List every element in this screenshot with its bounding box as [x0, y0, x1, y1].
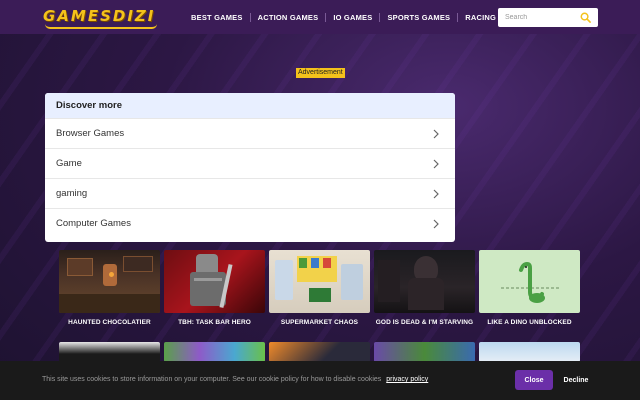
logo-swoosh	[45, 24, 157, 29]
chevron-right-icon	[433, 219, 439, 228]
game-card-tbh-task-bar-hero[interactable]: TBH: TASK BAR HERO	[164, 250, 265, 326]
discover-more-panel: Discover more Browser Games Game gaming …	[45, 93, 455, 242]
game-thumbnail[interactable]	[59, 342, 160, 362]
game-card[interactable]	[164, 342, 265, 362]
game-thumbnail[interactable]	[164, 342, 265, 362]
discover-title: Discover more	[45, 93, 455, 118]
chevron-right-icon	[433, 159, 439, 168]
dino-illustration	[501, 261, 561, 303]
game-card-supermarket-chaos[interactable]: SUPERMARKET CHAOS	[269, 250, 370, 326]
game-thumbnail[interactable]	[479, 342, 580, 362]
search-icon[interactable]	[580, 12, 591, 23]
discover-item-game[interactable]: Game	[45, 148, 455, 178]
game-title: GOD IS DEAD & I'M STARVING	[375, 319, 474, 326]
game-thumbnail[interactable]	[479, 250, 580, 313]
nav-best-games[interactable]: BEST GAMES	[184, 13, 250, 22]
site-logo[interactable]: GAMESDIZI	[43, 4, 159, 30]
nav-action-games[interactable]: ACTION GAMES	[251, 13, 326, 22]
cookie-close-button[interactable]: Close	[515, 370, 553, 390]
game-card[interactable]	[269, 342, 370, 362]
game-thumbnail[interactable]	[374, 250, 475, 313]
site-header: GAMESDIZI BEST GAMES ACTION GAMES IO GAM…	[0, 0, 640, 34]
game-thumbnail[interactable]	[59, 250, 160, 313]
advertisement-label: Advertisement	[296, 68, 345, 78]
game-thumbnail[interactable]	[269, 250, 370, 313]
discover-item-label: Browser Games	[56, 128, 125, 139]
game-title: HAUNTED CHOCOLATIER	[68, 319, 151, 326]
cookie-message: This site uses cookies to store informat…	[42, 376, 428, 383]
cookie-text: This site uses cookies to store informat…	[42, 376, 382, 383]
game-title: LIKE A DINO UNBLOCKED	[487, 319, 572, 326]
game-thumbnail[interactable]	[269, 342, 370, 362]
game-card[interactable]	[479, 342, 580, 362]
logo-text: GAMESDIZI	[43, 7, 156, 25]
game-card-haunted-chocolatier[interactable]: HAUNTED CHOCOLATIER	[59, 250, 160, 326]
chevron-right-icon	[433, 129, 439, 138]
game-title: SUPERMARKET CHAOS	[280, 319, 359, 326]
nav-sports-games[interactable]: SPORTS GAMES	[380, 13, 457, 22]
game-card[interactable]	[59, 342, 160, 362]
discover-item-label: Computer Games	[56, 218, 131, 229]
discover-item-gaming[interactable]: gaming	[45, 178, 455, 208]
search-input[interactable]	[498, 8, 578, 27]
chevron-right-icon	[433, 189, 439, 198]
discover-item-label: gaming	[56, 188, 88, 199]
discover-item-computer-games[interactable]: Computer Games	[45, 208, 455, 238]
discover-item-browser-games[interactable]: Browser Games	[45, 118, 455, 148]
main-nav: BEST GAMES ACTION GAMES IO GAMES SPORTS …	[184, 0, 534, 34]
discover-item-label: Game	[56, 158, 82, 169]
search-box	[498, 8, 598, 27]
game-thumbnail[interactable]	[164, 250, 265, 313]
cookie-decline-button[interactable]: Decline	[560, 370, 592, 390]
game-card-like-a-dino[interactable]: LIKE A DINO UNBLOCKED	[479, 250, 580, 326]
game-title: TBH: TASK BAR HERO	[178, 319, 251, 326]
privacy-policy-link[interactable]: privacy policy	[386, 376, 428, 383]
game-thumbnail[interactable]	[374, 342, 475, 362]
game-card[interactable]	[374, 342, 475, 362]
nav-io-games[interactable]: IO GAMES	[326, 13, 379, 22]
game-card-god-is-dead[interactable]: GOD IS DEAD & I'M STARVING	[374, 250, 475, 326]
